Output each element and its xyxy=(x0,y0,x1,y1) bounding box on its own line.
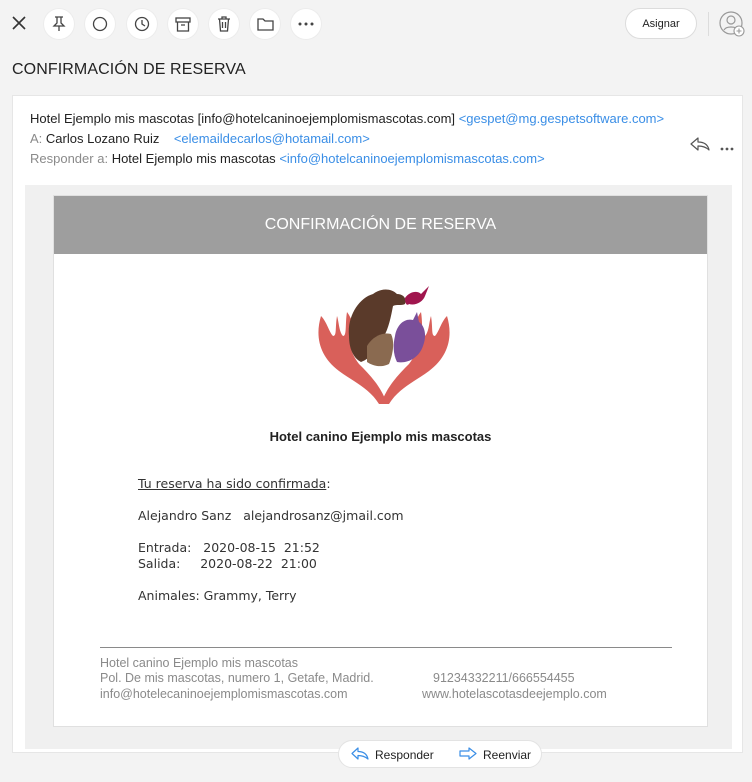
reply-to-name[interactable]: Hotel Ejemplo mis mascotas xyxy=(112,151,276,166)
header-actions xyxy=(690,137,734,156)
footer-email[interactable]: info@hotelecaninoejemplomismascotas.com xyxy=(100,687,348,703)
confirmation-text: Tu reserva ha sido confirmada: xyxy=(138,476,331,491)
trash-icon[interactable] xyxy=(209,9,239,39)
more-icon[interactable] xyxy=(720,138,734,156)
guest-email: alejandrosanz@jmail.com xyxy=(243,508,404,523)
pin-icon[interactable] xyxy=(44,9,74,39)
banner-title: CONFIRMACIÓN DE RESERVA xyxy=(54,196,707,254)
from-name: Hotel Ejemplo mis mascotas xyxy=(30,111,194,126)
email-header: Hotel Ejemplo mis mascotas [info@hotelca… xyxy=(30,109,664,169)
clock-icon[interactable] xyxy=(127,9,157,39)
salida-value: 2020-08-22 21:00 xyxy=(200,556,317,571)
guest-info: Alejandro Sanz alejandrosanz@jmail.com xyxy=(138,508,404,523)
reply-button[interactable]: Responder xyxy=(351,747,434,763)
forward-label: Reenviar xyxy=(483,748,532,762)
email-card: Hotel Ejemplo mis mascotas [info@hotelca… xyxy=(12,95,743,753)
toolbar: Asignar xyxy=(0,0,752,46)
to-name[interactable]: Carlos Lozano Ruiz xyxy=(46,131,159,146)
to-address[interactable]: <elemaildecarlos@hotamail.com> xyxy=(174,131,370,146)
to-label: A: xyxy=(30,131,43,146)
reply-label: Responder xyxy=(375,748,434,762)
footer-website[interactable]: www.hotelascotasdeejemplo.com xyxy=(422,687,607,703)
footer-address: Pol. De mis mascotas, numero 1, Getafe, … xyxy=(100,671,374,685)
from-address[interactable]: <gespet@mg.gespetsoftware.com> xyxy=(459,111,664,126)
hotel-name: Hotel canino Ejemplo mis mascotas xyxy=(269,429,492,444)
entrada-value: 2020-08-15 21:52 xyxy=(203,540,320,555)
message-content: CONFIRMACIÓN DE RESERVA Hotel canino Eje… xyxy=(53,195,708,727)
footer-hotel-name: Hotel canino Ejemplo mis mascotas xyxy=(100,656,298,670)
animals-label: Animales: xyxy=(138,588,200,603)
from-row: Hotel Ejemplo mis mascotas [info@hotelca… xyxy=(30,109,664,129)
email-body: CONFIRMACIÓN DE RESERVA Hotel canino Eje… xyxy=(25,185,732,749)
animals-value: Grammy, Terry xyxy=(203,588,297,603)
reply-to-row: Responder a: Hotel Ejemplo mis mascotas … xyxy=(30,149,664,169)
confirmation-underlined: Tu reserva ha sido confirmada xyxy=(138,476,327,491)
add-user-icon[interactable] xyxy=(719,11,745,37)
assign-button[interactable]: Asignar xyxy=(625,8,697,39)
more-icon[interactable] xyxy=(291,9,321,39)
forward-button[interactable]: Reenviar xyxy=(459,747,531,763)
forward-icon xyxy=(459,747,477,763)
reservation-dates: Entrada: 2020-08-15 21:52 Salida: 2020-0… xyxy=(138,540,320,572)
reply-icon[interactable] xyxy=(690,137,710,156)
reply-icon xyxy=(351,747,369,763)
footer-divider xyxy=(100,647,672,648)
animals-line: Animales: Grammy, Terry xyxy=(138,588,297,603)
hotel-logo xyxy=(309,276,459,406)
folder-icon[interactable] xyxy=(250,9,280,39)
reply-to-address[interactable]: <info@hotelcaninoejemplomismascotas.com> xyxy=(279,151,544,166)
to-row: A: Carlos Lozano Ruiz <elemaildecarlos@h… xyxy=(30,129,664,149)
footer-phones: 91234332211/666554455 xyxy=(433,671,575,685)
guest-name: Alejandro Sanz xyxy=(138,508,232,523)
confirmation-colon: : xyxy=(326,476,331,491)
reply-to-label: Responder a: xyxy=(30,151,109,166)
archive-icon[interactable] xyxy=(168,9,198,39)
circle-icon[interactable] xyxy=(85,9,115,39)
salida-label: Salida: xyxy=(138,556,181,571)
mail-footer: Hotel canino Ejemplo mis mascotas Pol. D… xyxy=(100,656,607,765)
from-bracket: [info@hotelcaninoejemplomismascotas.com] xyxy=(197,111,456,126)
close-icon[interactable] xyxy=(8,12,30,34)
page-title: CONFIRMACIÓN DE RESERVA xyxy=(12,61,246,78)
reply-bar: Responder Reenviar xyxy=(338,740,542,768)
toolbar-divider xyxy=(708,12,709,36)
entrada-label: Entrada: xyxy=(138,540,192,555)
